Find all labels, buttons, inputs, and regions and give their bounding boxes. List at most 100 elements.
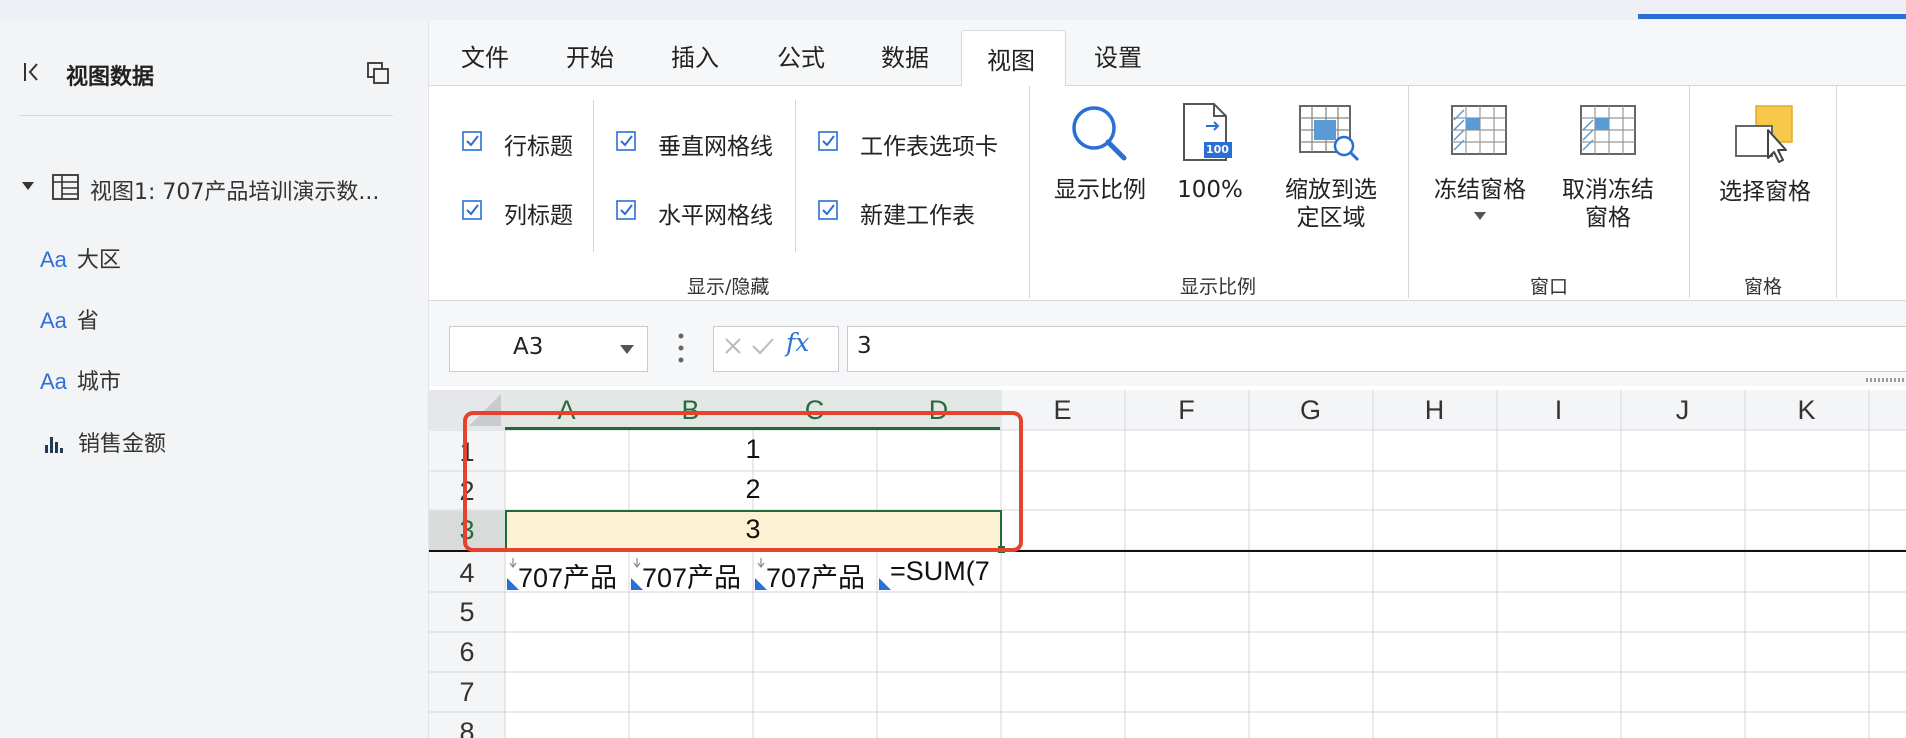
filter-arrow-icon[interactable] [756,553,766,572]
select-pane-button[interactable]: 选择窗格 [1710,178,1820,206]
select-pane-icon[interactable] [1734,102,1796,164]
freeze-panes-button[interactable]: 冻结窗格 [1425,176,1535,204]
collapse-sidebar-icon[interactable] [22,60,42,90]
cell-D4[interactable]: =SUM(7 [890,556,1000,587]
resize-grip[interactable] [1866,378,1906,382]
cell-A4[interactable]: 707产品 [518,556,628,595]
formula-input-value: 3 [857,333,872,359]
field-item-region[interactable]: Aa 大区 [40,242,121,278]
column-header-F[interactable]: F [1125,390,1248,430]
field-label: 城市 [76,370,121,395]
row-header-4[interactable]: 4 [429,554,505,592]
unfreeze-panes-line2[interactable]: 窗格 [1553,204,1663,232]
tab-insert[interactable]: 插入 [671,38,719,73]
tab-settings[interactable]: 设置 [1094,38,1142,73]
horizontal-gridlines-checkbox[interactable] [616,200,636,220]
tab-home[interactable]: 开始 [566,38,614,73]
cancel-icon[interactable] [723,336,743,360]
column-header-K[interactable]: K [1745,390,1868,430]
separator [795,100,796,252]
new-sheet-checkbox[interactable] [818,200,838,220]
separator [593,100,594,252]
cell-note-marker-icon [879,575,891,594]
group-separator [1408,86,1409,298]
row-header-6[interactable]: 6 [429,632,505,672]
sheet-tabs-checkbox[interactable] [818,131,838,151]
progress-indicator [1638,14,1906,19]
sheet-tabs-label: 工作表选项卡 [860,134,998,160]
group-label-window: 窗口 [1530,276,1569,298]
field-item-province[interactable]: Aa 省 [40,303,99,339]
column-header-G[interactable]: G [1249,390,1372,430]
bar-chart-icon [44,433,64,453]
title-strip [0,0,1906,20]
sidebar-divider [19,115,393,116]
horizontal-gridlines-label: 水平网格线 [658,203,773,229]
name-box[interactable] [449,326,648,372]
row-header-8[interactable]: 8 [429,712,505,738]
column-headers-checkbox[interactable] [462,200,482,220]
more-options-icon[interactable] [678,331,684,365]
vertical-gridlines-checkbox[interactable] [616,131,636,151]
zoom-button[interactable]: 显示比例 [1050,176,1150,204]
field-item-city[interactable]: Aa 城市 [40,364,121,400]
text-field-icon: Aa [40,369,67,394]
ribbon-panel [429,86,1906,301]
zoom-to-selection-line1[interactable]: 缩放到选 [1266,176,1396,204]
tab-formulas[interactable]: 公式 [777,38,825,73]
row-headers-checkbox[interactable] [462,131,482,151]
field-label: 销售金额 [78,432,167,457]
filter-arrow-icon[interactable] [632,553,642,572]
field-item-sales[interactable]: 销售金额 [40,426,166,462]
unfreeze-panes-line1[interactable]: 取消冻结 [1553,176,1663,204]
name-box-value: A3 [513,334,544,360]
tab-data[interactable]: 数据 [881,38,929,73]
text-field-icon: Aa [40,247,67,272]
group-label-pane: 窗格 [1744,276,1783,298]
vertical-gridlines-label: 垂直网格线 [658,134,773,160]
cell-B4[interactable]: 707产品 [642,556,752,595]
filter-arrow-icon[interactable] [508,553,518,572]
table-icon [52,174,79,200]
freeze-dropdown-icon[interactable] [1474,212,1486,220]
column-header-H[interactable]: H [1373,390,1496,430]
text-field-icon: Aa [40,308,67,333]
sidebar-title: 视图数据 [66,65,155,90]
row-header-7[interactable]: 7 [429,672,505,712]
name-box-dropdown-icon[interactable] [620,345,634,354]
column-header-I[interactable]: I [1497,390,1620,430]
zoom-to-selection-line2[interactable]: 定区域 [1266,204,1396,232]
row-header-5[interactable]: 5 [429,592,505,632]
tab-view[interactable]: 视图 [987,41,1035,76]
formula-input[interactable] [847,326,1906,372]
confirm-icon[interactable] [751,336,775,360]
row-headers-label: 行标题 [504,134,573,160]
expand-caret-icon[interactable] [22,182,34,190]
unfreeze-panes-icon[interactable] [1579,104,1639,158]
field-label: 大区 [76,248,121,273]
group-label-zoom: 显示比例 [1180,276,1257,298]
zoom-to-selection-icon[interactable] [1298,102,1364,164]
zoom-100-button[interactable]: 100% [1170,176,1250,204]
group-separator [1836,86,1837,298]
new-sheet-label: 新建工作表 [860,203,975,229]
column-headers-label: 列标题 [504,203,573,229]
cell-C4[interactable]: 707产品 [766,556,876,595]
group-separator [1689,86,1690,298]
view-label: 视图1: 707产品培训演示数... [90,180,380,205]
cell-note-marker-icon [755,575,767,594]
zoom-100-badge: 100 [1206,143,1229,156]
function-icon[interactable]: fx [786,328,809,357]
freeze-panes-icon[interactable] [1450,104,1510,158]
group-label-show-hide: 显示/隐藏 [687,276,770,298]
column-header-J[interactable]: J [1621,390,1744,430]
field-label: 省 [76,309,99,334]
zoom-icon[interactable] [1066,100,1132,166]
cell-note-marker-icon [631,575,643,594]
highlight-annotation-box [463,411,1023,552]
group-separator [1029,86,1030,298]
cell-note-marker-icon [507,575,519,594]
ribbon-tabs [429,20,1906,86]
copy-icon[interactable] [366,61,390,85]
tab-file[interactable]: 文件 [461,38,509,73]
